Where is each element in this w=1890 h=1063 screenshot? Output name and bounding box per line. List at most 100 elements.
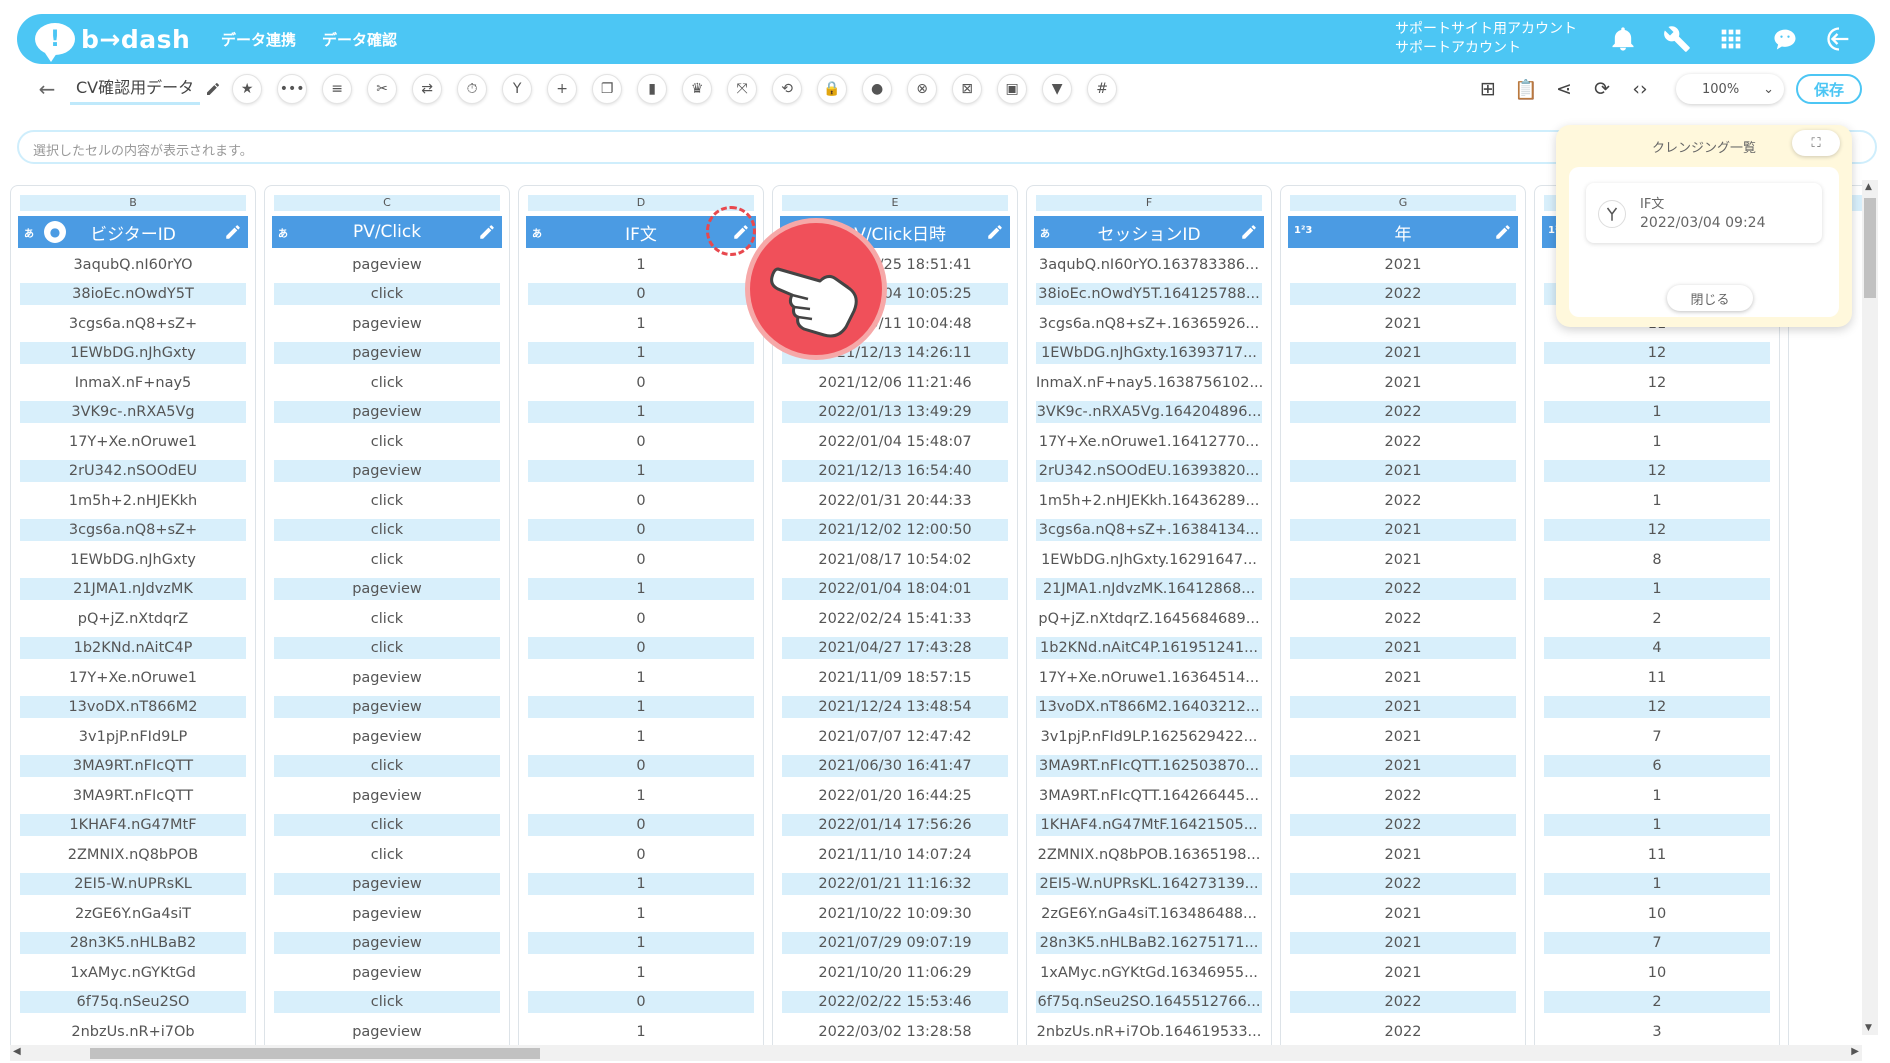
table-cell[interactable]: 3cgs6a.nQ8+sZ+	[20, 516, 246, 546]
table-cell[interactable]: 2022/01/20 16:44:25	[782, 781, 1008, 811]
list-tool-icon[interactable]: ≡	[322, 74, 353, 104]
column-letter[interactable]: E	[782, 195, 1008, 211]
table-cell[interactable]: pageview	[274, 250, 500, 280]
table-cell[interactable]: 0	[528, 634, 754, 664]
table-cell[interactable]: 2nbzUs.nR+i7Ob	[20, 1017, 246, 1047]
table-cell[interactable]: 2021	[1290, 309, 1516, 339]
table-cell[interactable]: 2021	[1290, 929, 1516, 959]
table-cell[interactable]: pageview	[274, 1017, 500, 1047]
table-cell[interactable]: 2021/04/27 17:43:28	[782, 634, 1008, 664]
table-cell[interactable]: 1	[1544, 811, 1770, 841]
table-cell[interactable]: 1	[1544, 575, 1770, 605]
table-cell[interactable]: 2022/01/31 20:44:33	[782, 486, 1008, 516]
clipboard-icon[interactable]: 📋	[1512, 75, 1540, 103]
table-cell[interactable]: 4	[1544, 634, 1770, 664]
table-cell[interactable]: 2022/01/14 17:56:26	[782, 811, 1008, 841]
table-cell[interactable]: click	[274, 811, 500, 841]
table-cell[interactable]: 21JMA1.nJdvzMK.16412868...	[1036, 575, 1262, 605]
table-cell[interactable]: pQ+jZ.nXtdqrZ.1645684689...	[1036, 604, 1262, 634]
table-cell[interactable]: 28n3K5.nHLBaB2	[20, 929, 246, 959]
table-cell[interactable]: 2022	[1290, 811, 1516, 841]
table-cell[interactable]: 11	[1544, 663, 1770, 693]
save-button[interactable]: 保存	[1796, 74, 1862, 104]
table-cell[interactable]: 1	[528, 339, 754, 369]
table-cell[interactable]: 2021/08/17 10:54:02	[782, 545, 1008, 575]
table-cell[interactable]: 2EI5-W.nUPRsKL.164273139...	[1036, 870, 1262, 900]
table-cell[interactable]: InmaX.nF+nay5	[20, 368, 246, 398]
table-cell[interactable]: 2021	[1290, 634, 1516, 664]
pencil-icon[interactable]	[1494, 223, 1512, 241]
scroll-down-arrow-icon[interactable]: ▼	[1865, 1023, 1872, 1033]
table-cell[interactable]: 1xAMyc.nGYKtGd	[20, 958, 246, 988]
close-button[interactable]: 閉じる	[1667, 285, 1753, 311]
table-cell[interactable]: 2021/12/13 16:54:40	[782, 457, 1008, 487]
cleansing-item[interactable]: IF文 2022/03/04 09:24	[1586, 183, 1822, 243]
table-cell[interactable]: 0	[528, 280, 754, 310]
table-cell[interactable]: 11	[1544, 840, 1770, 870]
table-cell[interactable]: 6f75q.nSeu2SO	[20, 988, 246, 1018]
table-cell[interactable]: 17Y+Xe.nOruwe1.16364514...	[1036, 663, 1262, 693]
table-cell[interactable]: click	[274, 280, 500, 310]
table-cell[interactable]: 2022	[1290, 781, 1516, 811]
table-cell[interactable]: pageview	[274, 575, 500, 605]
table-cell[interactable]: 2nbzUs.nR+i7Ob.164619533...	[1036, 1017, 1262, 1047]
table-cell[interactable]: 1	[528, 693, 754, 723]
trash-tool-icon[interactable]: ▮	[637, 74, 668, 104]
table-cell[interactable]: pageview	[274, 958, 500, 988]
table-cell[interactable]: pageview	[274, 457, 500, 487]
table-cell[interactable]: pageview	[274, 899, 500, 929]
table-cell[interactable]: 2022	[1290, 398, 1516, 428]
table-cell[interactable]: 7	[1544, 722, 1770, 752]
pencil-icon[interactable]	[1240, 223, 1258, 241]
table-cell[interactable]: 3aqubQ.nI60rYO	[20, 250, 246, 280]
table-cell[interactable]: 2022/01/13 13:49:29	[782, 398, 1008, 428]
account-info[interactable]: サポートサイト用アカウント サポートアカウント	[1395, 20, 1577, 58]
table-cell[interactable]: 1xAMyc.nGYKtGd.16346955...	[1036, 958, 1262, 988]
table-cell[interactable]: pageview	[274, 781, 500, 811]
table-cell[interactable]: 2022	[1290, 280, 1516, 310]
table-cell[interactable]: 2021	[1290, 899, 1516, 929]
table-cell[interactable]: click	[274, 368, 500, 398]
table-cell[interactable]: 2021/12/24 13:48:54	[782, 693, 1008, 723]
table-cell[interactable]: 1EWbDG.nJhGxty	[20, 545, 246, 575]
table-cell[interactable]: 3cgs6a.nQ8+sZ+.16384134...	[1036, 516, 1262, 546]
table-cell[interactable]: 1	[528, 781, 754, 811]
table-cell[interactable]: 13voDX.nT866M2	[20, 693, 246, 723]
table-cell[interactable]: click	[274, 486, 500, 516]
code-icon[interactable]: ‹›	[1626, 75, 1654, 103]
table-cell[interactable]: 2021	[1290, 457, 1516, 487]
table-cell[interactable]: 3VK9c-.nRXA5Vg.164204896...	[1036, 398, 1262, 428]
table-cell[interactable]: 10	[1544, 958, 1770, 988]
table-cell[interactable]: 2ZMNIX.nQ8bPOB	[20, 840, 246, 870]
table-cell[interactable]: 2021/10/22 10:09:30	[782, 899, 1008, 929]
table-cell[interactable]: 17Y+Xe.nOruwe1.16412770...	[1036, 427, 1262, 457]
table-cell[interactable]: pageview	[274, 663, 500, 693]
column-letter[interactable]: B	[20, 195, 246, 211]
table-cell[interactable]: 2022/01/21 11:16:32	[782, 870, 1008, 900]
table-cell[interactable]: 0	[528, 840, 754, 870]
table-cell[interactable]: 0	[528, 811, 754, 841]
table-cell[interactable]: 12	[1544, 457, 1770, 487]
table-cell[interactable]: 1	[1544, 398, 1770, 428]
flow-icon[interactable]: ⊞	[1474, 75, 1502, 103]
expand-icon[interactable]: ⛶	[1792, 130, 1840, 156]
table-cell[interactable]: 3MA9RT.nFIcQTT.162503870...	[1036, 752, 1262, 782]
pencil-icon[interactable]	[224, 223, 242, 241]
table-cell[interactable]: pageview	[274, 309, 500, 339]
table-cell[interactable]: 6	[1544, 752, 1770, 782]
bag-tool-icon[interactable]: ●	[862, 74, 893, 104]
table-cell[interactable]: 2021/12/02 12:00:50	[782, 516, 1008, 546]
table-cell[interactable]: click	[274, 545, 500, 575]
table-cell[interactable]: 2022	[1290, 988, 1516, 1018]
grid-icon[interactable]	[1713, 21, 1749, 57]
table-cell[interactable]: 2022	[1290, 427, 1516, 457]
column-letter[interactable]: G	[1290, 195, 1516, 211]
table-cell[interactable]: 1EWbDG.nJhGxty.16393717...	[1036, 339, 1262, 369]
pencil-icon[interactable]	[986, 223, 1004, 241]
scroll-left-arrow-icon[interactable]: ◀	[13, 1046, 21, 1057]
nav-data-check[interactable]: データ確認	[322, 29, 397, 50]
table-cell[interactable]: 12	[1544, 368, 1770, 398]
table-cell[interactable]: 1	[1544, 781, 1770, 811]
table-cell[interactable]: 28n3K5.nHLBaB2.16275171...	[1036, 929, 1262, 959]
table-cell[interactable]: 2021	[1290, 516, 1516, 546]
